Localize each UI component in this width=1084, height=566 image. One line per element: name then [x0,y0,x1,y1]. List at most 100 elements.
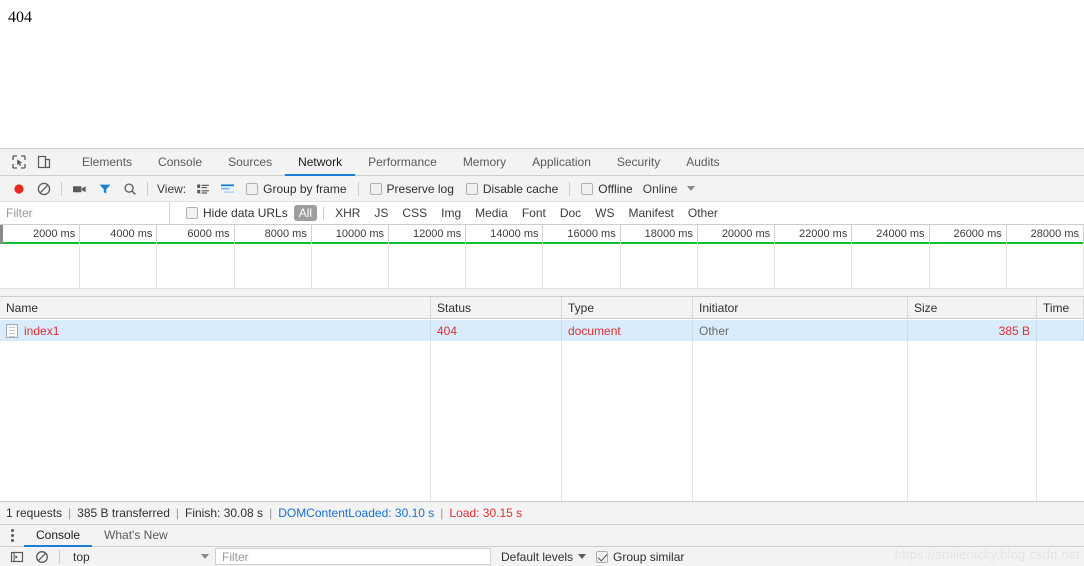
filter-type-all[interactable]: All [293,205,318,221]
console-filter-input[interactable] [215,548,491,565]
filter-type-media[interactable]: Media [468,206,515,220]
cell-type: document [562,320,693,341]
filter-input[interactable] [0,202,170,224]
checkbox-box [581,182,594,195]
filter-type-xhr[interactable]: XHR [328,206,367,220]
column-header-size[interactable]: Size [908,297,1037,318]
overview-gridline [544,246,621,288]
hide-data-urls-label: Hide data URLs [203,206,288,220]
tab-performance[interactable]: Performance [355,149,450,176]
overview-gridline [1007,246,1084,288]
device-toolbar-icon[interactable] [31,150,56,175]
summary-separator: | [68,506,72,520]
tab-security[interactable]: Security [604,149,673,176]
cell-initiator: Other [693,320,908,341]
filter-type-manifest[interactable]: Manifest [622,206,681,220]
console-context-selector[interactable]: top [65,550,215,564]
devtools-drawer: Console What's New top Filter Default le… [0,524,1084,566]
devtools-tabs: Elements Console Sources Network Perform… [69,149,733,176]
tab-audits[interactable]: Audits [673,149,732,176]
summary-domcontentloaded: DOMContentLoaded: 30.10 s [278,506,435,520]
toolbar-divider [59,549,60,564]
offline-checkbox[interactable]: Offline [581,182,633,196]
column-header-type[interactable]: Type [562,297,693,318]
console-sidebar-icon[interactable] [4,545,29,566]
filter-types: Hide data URLs All XHR JS CSS Img Media … [170,202,1084,224]
filter-type-other[interactable]: Other [681,206,725,220]
chevron-down-icon [201,554,209,559]
checkbox-box [596,550,609,563]
camera-icon[interactable] [67,177,92,201]
group-similar-label: Group similar [613,549,685,564]
overview-gridline [930,246,1007,288]
column-header-time[interactable]: Time [1037,297,1084,318]
overview-gridline [389,246,467,288]
large-request-rows-icon[interactable] [190,177,215,201]
checkbox-box [369,182,382,195]
cell-time [1037,320,1084,341]
timeline-tick: 4000 ms [80,225,158,244]
filter-type-css[interactable]: CSS [395,206,434,220]
column-header-status[interactable]: Status [431,297,562,318]
overview-footer [0,288,1084,296]
tab-elements[interactable]: Elements [69,149,145,176]
chevron-down-icon [578,554,587,559]
filter-funnel-icon[interactable] [92,177,117,201]
column-gridline [430,341,431,501]
filter-type-font[interactable]: Font [515,206,553,220]
clear-icon[interactable] [31,177,56,201]
console-levels-label: Default levels [501,549,574,564]
network-overview[interactable]: 2000 ms 4000 ms 6000 ms 8000 ms 10000 ms 1200… [0,225,1084,297]
column-gridline [1036,341,1037,501]
group-by-frame-checkbox[interactable]: Group by frame [246,182,347,196]
filter-divider [323,206,325,220]
record-button-icon[interactable] [6,177,31,201]
chevron-down-icon[interactable] [687,186,696,191]
filter-type-img[interactable]: Img [434,206,468,220]
table-row[interactable]: index1 404 document Other 385 B [0,320,1084,341]
timeline-tick: 10000 ms [312,225,390,244]
summary-separator: | [269,506,273,520]
tab-network[interactable]: Network [285,149,356,176]
filter-type-ws[interactable]: WS [588,206,621,220]
overview-gridline [157,246,235,288]
clear-console-icon[interactable] [29,545,54,566]
inspect-element-icon[interactable] [6,150,31,175]
filter-type-js[interactable]: JS [367,206,395,220]
overview-gridline [80,246,158,288]
tab-console[interactable]: Console [145,149,215,176]
column-header-initiator[interactable]: Initiator [693,297,908,318]
group-similar-checkbox[interactable]: Group similar [596,550,684,564]
cell-size: 385 B [908,320,1037,341]
preserve-log-label: Preserve log [386,181,454,196]
requests-table-header: Name Status Type Initiator Size Time [0,297,1084,319]
filter-type-doc[interactable]: Doc [553,206,588,220]
column-gridline [692,341,693,501]
console-levels-selector[interactable]: Default levels [501,549,587,564]
disable-cache-checkbox[interactable]: Disable cache [465,182,558,196]
summary-requests: 1 requests [6,506,63,520]
overview-left-handle[interactable] [0,225,3,244]
throttling-value[interactable]: Online [643,182,678,196]
column-header-name[interactable]: Name [0,297,431,318]
preserve-log-checkbox[interactable]: Preserve log [369,181,454,196]
summary-load: Load: 30.15 s [449,506,523,520]
search-icon[interactable] [117,177,142,201]
tab-memory[interactable]: Memory [450,149,519,176]
overview-gridline [235,246,312,288]
hide-data-urls-checkbox[interactable]: Hide data URLs [186,206,288,220]
drawer-tab-whats-new[interactable]: What's New [92,525,180,547]
timeline-ruler[interactable]: 2000 ms 4000 ms 6000 ms 8000 ms 10000 ms 1200… [0,225,1084,244]
tab-application[interactable]: Application [519,149,604,176]
tab-sources[interactable]: Sources [215,149,285,176]
timeline-tick: 26000 ms [930,225,1007,244]
summary-finish: Finish: 30.08 s [185,506,264,520]
devtools-tabstrip: Elements Console Sources Network Perform… [0,149,1084,176]
devtools-panel: Elements Console Sources Network Perform… [0,148,1084,566]
show-overview-icon[interactable] [215,177,240,201]
timeline-tick: 14000 ms [466,225,544,244]
column-gridline [561,341,562,501]
network-filter-bar: Hide data URLs All XHR JS CSS Img Media … [0,202,1084,225]
overview-graph[interactable] [0,246,1084,288]
kebab-menu-icon[interactable] [0,525,24,546]
